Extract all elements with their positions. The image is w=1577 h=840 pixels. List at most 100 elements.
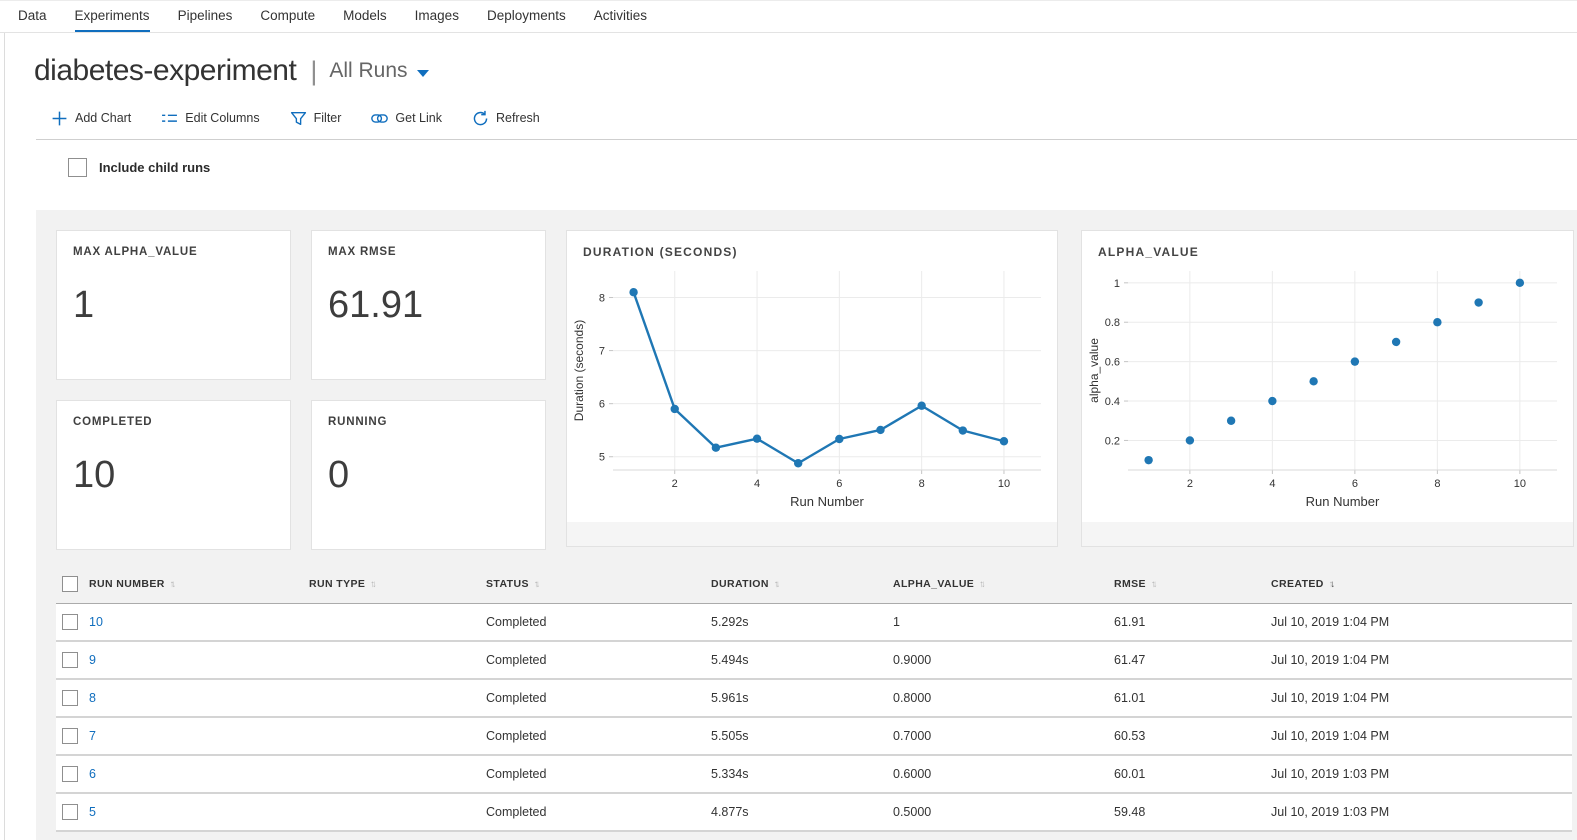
- created-cell: Jul 10, 2019 1:03 PM: [1271, 767, 1572, 781]
- column-header[interactable]: DURATION ↑↓: [711, 578, 893, 590]
- table-body: 10 Completed 5.292s 1 61.91 Jul 10, 2019…: [56, 604, 1572, 832]
- status-cell: Completed: [486, 767, 711, 781]
- run-number-link[interactable]: 10: [89, 615, 103, 629]
- rmse-cell: 59.48: [1114, 805, 1271, 819]
- column-header[interactable]: ALPHA_VALUE ↑↓: [893, 578, 1114, 590]
- chart-panel-footer: [1082, 522, 1573, 546]
- row-checkbox-cell: [56, 728, 89, 744]
- toolbar: Add Chart Edit Columns Filter Get Link: [51, 107, 540, 129]
- row-checkbox[interactable]: [62, 652, 78, 668]
- title-separator: |: [310, 56, 317, 87]
- edit-columns-button[interactable]: Edit Columns: [161, 110, 259, 127]
- run-number-link[interactable]: 9: [89, 653, 96, 667]
- top-navigation: Data Experiments Pipelines Compute Models Ima…: [0, 0, 1577, 33]
- alpha-value-cell: 0.9000: [893, 653, 1114, 667]
- row-checkbox-cell: [56, 766, 89, 782]
- svg-text:Run Number: Run Number: [790, 494, 864, 509]
- status-cell: Completed: [486, 615, 711, 629]
- column-header[interactable]: STATUS ↑↓: [486, 578, 711, 590]
- nav-tab[interactable]: Pipelines: [178, 1, 233, 32]
- add-chart-button[interactable]: Add Chart: [51, 110, 131, 127]
- column-header[interactable]: RUN NUMBER ↑↓: [89, 578, 309, 590]
- nav-tab[interactable]: Deployments: [487, 1, 566, 32]
- chart-title: DURATION (SECONDS): [567, 231, 1057, 263]
- status-cell: Completed: [486, 653, 711, 667]
- column-header-label: RUN TYPE: [309, 578, 365, 590]
- include-child-runs-control: Include child runs: [68, 158, 210, 177]
- created-cell: Jul 10, 2019 1:04 PM: [1271, 729, 1572, 743]
- sort-icon: ↑↓: [370, 579, 375, 590]
- alpha-value-cell: 0.6000: [893, 767, 1114, 781]
- svg-text:8: 8: [919, 478, 925, 490]
- row-checkbox[interactable]: [62, 614, 78, 630]
- runs-filter-dropdown[interactable]: All Runs: [329, 59, 407, 83]
- run-number-link[interactable]: 8: [89, 691, 96, 705]
- row-checkbox[interactable]: [62, 690, 78, 706]
- nav-tab[interactable]: Activities: [594, 1, 647, 32]
- created-cell: Jul 10, 2019 1:04 PM: [1271, 691, 1572, 705]
- column-header[interactable]: RMSE ↑↓: [1114, 578, 1271, 590]
- edit-columns-icon: [161, 110, 178, 127]
- svg-text:1: 1: [1114, 278, 1120, 290]
- duration-cell: 5.494s: [711, 653, 893, 667]
- get-link-button[interactable]: Get Link: [371, 110, 442, 127]
- svg-text:2: 2: [672, 478, 678, 490]
- card-title: MAX RMSE: [312, 231, 545, 258]
- alpha-value-cell: 0.8000: [893, 691, 1114, 705]
- link-icon: [371, 110, 388, 127]
- alpha-value-cell: 0.7000: [893, 729, 1114, 743]
- nav-tab[interactable]: Compute: [260, 1, 315, 32]
- card-running-count: RUNNING 0: [311, 400, 546, 550]
- svg-text:4: 4: [1269, 478, 1275, 490]
- include-child-runs-checkbox[interactable]: [68, 158, 87, 177]
- svg-text:7: 7: [599, 346, 605, 358]
- status-cell: Completed: [486, 805, 711, 819]
- run-number-link[interactable]: 7: [89, 729, 96, 743]
- rmse-cell: 60.01: [1114, 767, 1271, 781]
- rmse-cell: 60.53: [1114, 729, 1271, 743]
- card-value: 10: [57, 428, 290, 497]
- run-number-link[interactable]: 5: [89, 805, 96, 819]
- sort-icon: ↑↓: [1151, 579, 1156, 590]
- chart-panel-footer: [567, 522, 1057, 546]
- table-row: 5 Completed 4.877s 0.5000 59.48 Jul 10, …: [56, 794, 1572, 832]
- svg-text:alpha_value: alpha_value: [1087, 338, 1101, 403]
- nav-tab[interactable]: Data: [18, 1, 47, 32]
- status-cell: Completed: [486, 729, 711, 743]
- row-checkbox[interactable]: [62, 766, 78, 782]
- alpha-value-cell: 1: [893, 615, 1114, 629]
- select-all-checkbox[interactable]: [62, 576, 78, 592]
- row-checkbox-cell: [56, 690, 89, 706]
- run-number-link[interactable]: 6: [89, 767, 96, 781]
- row-checkbox[interactable]: [62, 804, 78, 820]
- card-max-alpha-value: MAX ALPHA_VALUE 1: [56, 230, 291, 380]
- card-title: RUNNING: [312, 401, 545, 428]
- row-checkbox[interactable]: [62, 728, 78, 744]
- duration-cell: 5.334s: [711, 767, 893, 781]
- svg-text:6: 6: [1352, 478, 1358, 490]
- column-header[interactable]: RUN TYPE ↑↓: [309, 578, 486, 590]
- column-header[interactable]: CREATED ↑↓: [1271, 578, 1572, 590]
- svg-text:2: 2: [1187, 478, 1193, 490]
- sort-icon: ↑↓: [774, 579, 779, 590]
- svg-text:Duration (seconds): Duration (seconds): [572, 320, 586, 421]
- duration-line-chart: 2468105678Run NumberDuration (seconds): [567, 263, 1055, 516]
- include-child-runs-label: Include child runs: [99, 160, 210, 175]
- svg-text:0.8: 0.8: [1105, 317, 1120, 329]
- filter-button[interactable]: Filter: [290, 110, 342, 127]
- column-header-label: RUN NUMBER: [89, 578, 165, 590]
- nav-tab[interactable]: Models: [343, 1, 387, 32]
- nav-tab[interactable]: Experiments: [75, 1, 150, 32]
- table-row: 7 Completed 5.505s 0.7000 60.53 Jul 10, …: [56, 718, 1572, 756]
- duration-chart-panel: DURATION (SECONDS) 2468105678Run NumberD…: [566, 230, 1058, 547]
- column-header-label: RMSE: [1114, 578, 1146, 590]
- table-row: 10 Completed 5.292s 1 61.91 Jul 10, 2019…: [56, 604, 1572, 642]
- duration-cell: 4.877s: [711, 805, 893, 819]
- toolbar-divider: [36, 139, 1577, 140]
- nav-tab[interactable]: Images: [415, 1, 459, 32]
- chevron-down-icon[interactable]: [417, 70, 429, 77]
- card-value: 0: [312, 428, 545, 497]
- svg-text:6: 6: [836, 478, 842, 490]
- refresh-button[interactable]: Refresh: [472, 110, 540, 127]
- svg-text:0.6: 0.6: [1105, 357, 1120, 369]
